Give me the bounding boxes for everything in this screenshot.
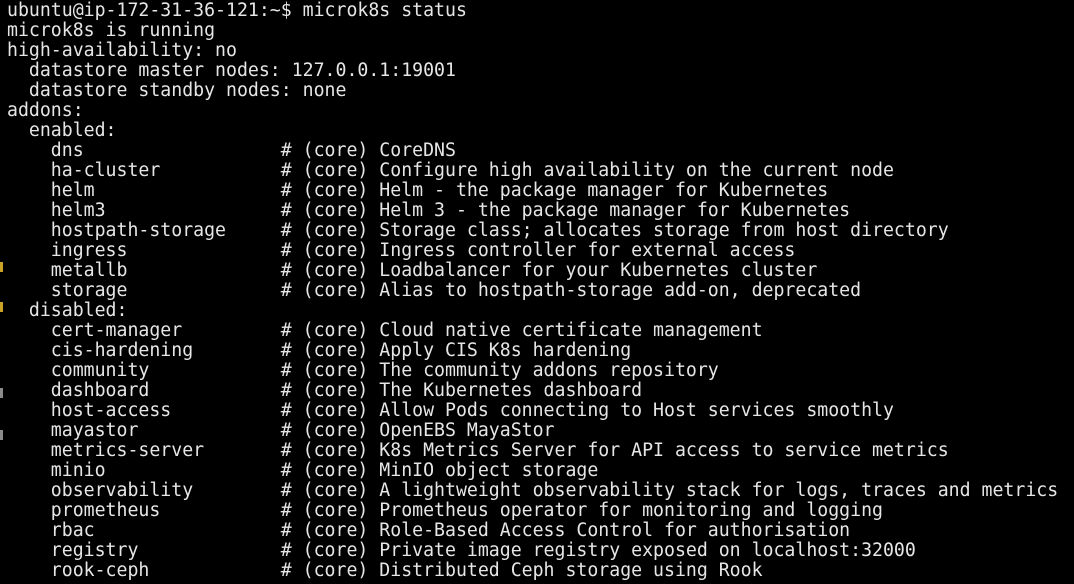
command-prompt-line: ubuntu@ip-172-31-36-121:~$ microk8s stat…: [7, 1, 467, 21]
addon-line-dashboard: dashboard # (core) The Kubernetes dashbo…: [7, 381, 643, 401]
datastore-master-line: datastore master nodes: 127.0.0.1:19001: [7, 61, 456, 81]
addon-line-ingress: ingress # (core) Ingress controller for …: [7, 241, 796, 261]
addon-line-prometheus: prometheus # (core) Prometheus operator …: [7, 501, 883, 521]
addon-line-mayastor: mayastor # (core) OpenEBS MayaStor: [7, 421, 555, 441]
addon-line-metallb: metallb # (core) Loadbalancer for your K…: [7, 261, 818, 281]
addon-line-metrics-server: metrics-server # (core) K8s Metrics Serv…: [7, 441, 949, 461]
addon-line-registry: registry # (core) Private image registry…: [7, 541, 916, 561]
high-availability-line: high-availability: no: [7, 41, 237, 61]
addon-line-cert-manager: cert-manager # (core) Cloud native certi…: [7, 321, 763, 341]
datastore-standby-line: datastore standby nodes: none: [7, 81, 347, 101]
addon-line-community: community # (core) The community addons …: [7, 361, 719, 381]
addon-line-helm: helm # (core) Helm - the package manager…: [7, 181, 829, 201]
addon-line-ha-cluster: ha-cluster # (core) Configure high avail…: [7, 161, 894, 181]
left-edge-artifact: [0, 388, 3, 398]
addon-line-rbac: rbac # (core) Role-Based Access Control …: [7, 521, 851, 541]
addon-line-rook-ceph: rook-ceph # (core) Distributed Ceph stor…: [7, 561, 763, 581]
addon-line-minio: minio # (core) MinIO object storage: [7, 461, 599, 481]
addons-heading: addons:: [7, 101, 84, 121]
addon-line-cis-hardening: cis-hardening # (core) Apply CIS K8s har…: [7, 341, 632, 361]
addon-line-hostpath-storage: hostpath-storage # (core) Storage class;…: [7, 221, 949, 241]
terminal-window[interactable]: ubuntu@ip-172-31-36-121:~$ microk8s stat…: [0, 0, 1074, 584]
addon-line-dns: dns # (core) CoreDNS: [7, 141, 456, 161]
disabled-heading: disabled:: [7, 301, 128, 321]
addon-line-observability: observability # (core) A lightweight obs…: [7, 481, 1059, 501]
addon-line-host-access: host-access # (core) Allow Pods connecti…: [7, 401, 894, 421]
addon-line-storage: storage # (core) Alias to hostpath-stora…: [7, 281, 862, 301]
status-running-line: microk8s is running: [7, 21, 216, 41]
left-edge-artifact: [0, 262, 3, 272]
addon-line-helm3: helm3 # (core) Helm 3 - the package mana…: [7, 201, 851, 221]
enabled-heading: enabled:: [7, 121, 117, 141]
left-edge-artifact: [0, 302, 3, 312]
left-edge-artifact: [0, 430, 3, 440]
